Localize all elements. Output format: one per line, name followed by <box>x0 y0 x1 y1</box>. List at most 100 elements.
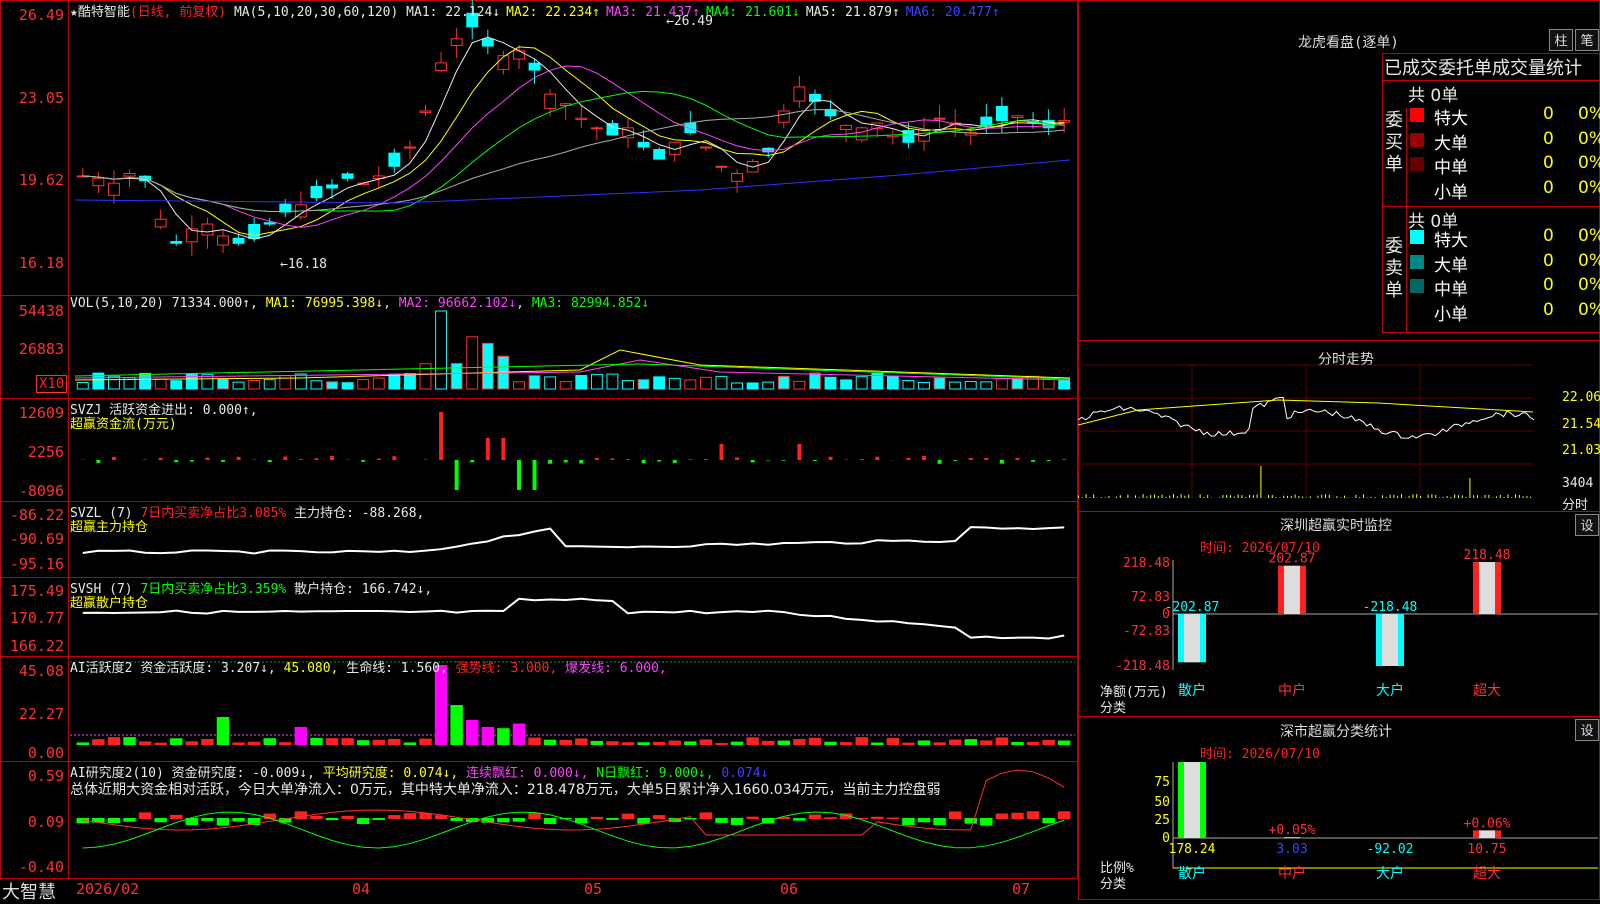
flow-bar <box>626 459 630 460</box>
intraday-vol-bar <box>1431 494 1432 498</box>
ma-value-2: MA2: 22.234↑ <box>506 5 600 20</box>
activity-bar <box>746 737 758 745</box>
volume-bar <box>389 374 400 389</box>
volume-bar <box>311 381 322 389</box>
low-annotation: ←16.18 <box>280 257 327 272</box>
research-bar <box>637 818 649 824</box>
candle-body <box>576 118 587 119</box>
activity-bar <box>887 738 899 745</box>
volume-bar <box>841 380 852 389</box>
kline-ytick: 23.05 <box>2 89 64 107</box>
research-bar <box>123 818 135 822</box>
activity-bar <box>918 740 930 745</box>
research-bar <box>731 818 743 825</box>
candle-body <box>233 238 244 243</box>
volume-bar <box>685 380 696 389</box>
monitor-category: 超大 <box>1473 683 1501 699</box>
intraday-vol-bar <box>1078 495 1079 498</box>
intraday-vol-bar <box>1355 495 1356 498</box>
activity-bar <box>700 739 712 745</box>
candle-body <box>607 124 618 135</box>
vol-unit-badge: X10 <box>36 375 67 393</box>
activity-bar <box>653 742 665 745</box>
activity-bar <box>388 739 400 745</box>
candle-body <box>529 63 540 70</box>
volume-bar <box>482 343 493 389</box>
candle-body <box>389 153 400 166</box>
volume-bar <box>747 383 758 389</box>
intraday-vol-bar <box>1162 495 1163 498</box>
intraday-vol-bar <box>1401 494 1402 498</box>
intraday-vol-bar <box>1409 496 1410 498</box>
research-bar <box>622 814 634 819</box>
volume-bar <box>903 381 914 389</box>
volume-bar <box>171 381 182 389</box>
svzj-subtitle: 超赢资金流(万元) <box>70 413 177 432</box>
intraday-vol-bar <box>1120 495 1121 498</box>
research-bar <box>715 818 727 823</box>
intraday-vol-bar <box>1519 495 1520 498</box>
intraday-vol-bar <box>1253 495 1254 498</box>
right-chart-canvas: 218.4872.830-72.83-218.48-202.87散户202.87… <box>1078 0 1600 900</box>
intraday-vol-bar <box>1412 494 1413 498</box>
activity-bar <box>933 742 945 745</box>
activity-bar <box>809 738 821 745</box>
flow-bar <box>1031 460 1035 462</box>
intraday-vol-bar <box>1165 497 1166 498</box>
intraday-vol-bar <box>1203 497 1204 498</box>
flow-bar <box>782 460 786 461</box>
intraday-vol-bar <box>1507 494 1508 498</box>
intraday-vol-bar <box>1511 497 1512 498</box>
flow-bar <box>704 459 708 460</box>
ma-value-5: MA5: 21.879↑ <box>806 5 900 20</box>
intraday-vol-bar <box>1291 496 1292 498</box>
intraday-vol-bar <box>1344 496 1345 498</box>
class-value-label: 10.75 <box>1467 842 1506 857</box>
activity-bar <box>513 724 525 745</box>
research-bar <box>513 818 525 822</box>
intraday-vol-bar <box>1268 495 1269 498</box>
volume-bar <box>669 378 680 389</box>
research-bar <box>918 818 930 822</box>
flow-bar <box>579 460 583 463</box>
research-bar <box>170 815 182 819</box>
intraday-vol-bar <box>1416 494 1417 498</box>
flow-bar <box>875 457 879 460</box>
volume-bar <box>529 376 540 389</box>
activity-bar <box>186 741 198 745</box>
intraday-vol-bar <box>1523 496 1524 498</box>
volume-bar <box>140 373 151 389</box>
intraday-vol-bar <box>1310 496 1311 498</box>
ai2-ytick: 0.59 <box>2 767 64 785</box>
monitor-bar-highlight <box>1284 566 1300 614</box>
flow-bar <box>813 460 817 461</box>
research-bar <box>528 813 540 819</box>
adjust-mode[interactable]: (日线, 前复权) <box>130 5 226 20</box>
intraday-vol-bar <box>1272 495 1273 498</box>
class-value-label: 3.03 <box>1276 842 1307 857</box>
volume-bar <box>1059 380 1070 389</box>
activity-bar <box>497 728 509 745</box>
monitor-bar-label: -202.87 <box>1165 600 1220 615</box>
research-bar <box>591 817 603 819</box>
flow-bar <box>392 456 396 460</box>
volume-bar <box>218 379 229 389</box>
svsh-ytick: 175.49 <box>2 582 64 600</box>
ai1-ytick: 0.00 <box>2 744 64 762</box>
candle-body <box>264 223 275 224</box>
intraday-vol-bar <box>1363 494 1364 498</box>
volume-bar <box>732 383 743 389</box>
activity-bar <box>435 665 447 745</box>
flow-bar <box>237 457 241 460</box>
volume-bar <box>965 382 976 389</box>
intraday-vol-bar <box>1230 495 1231 498</box>
research-bar <box>887 818 899 819</box>
activity-bar <box>201 739 213 745</box>
candle-body <box>404 147 415 148</box>
volume-bar <box>810 373 821 389</box>
ai2-ytick: -0.40 <box>2 858 64 876</box>
ai1-label: AI活跃度2 <box>70 661 132 676</box>
flow-bar <box>719 444 723 460</box>
activity-bar <box>606 741 618 745</box>
research-bar <box>746 817 758 819</box>
